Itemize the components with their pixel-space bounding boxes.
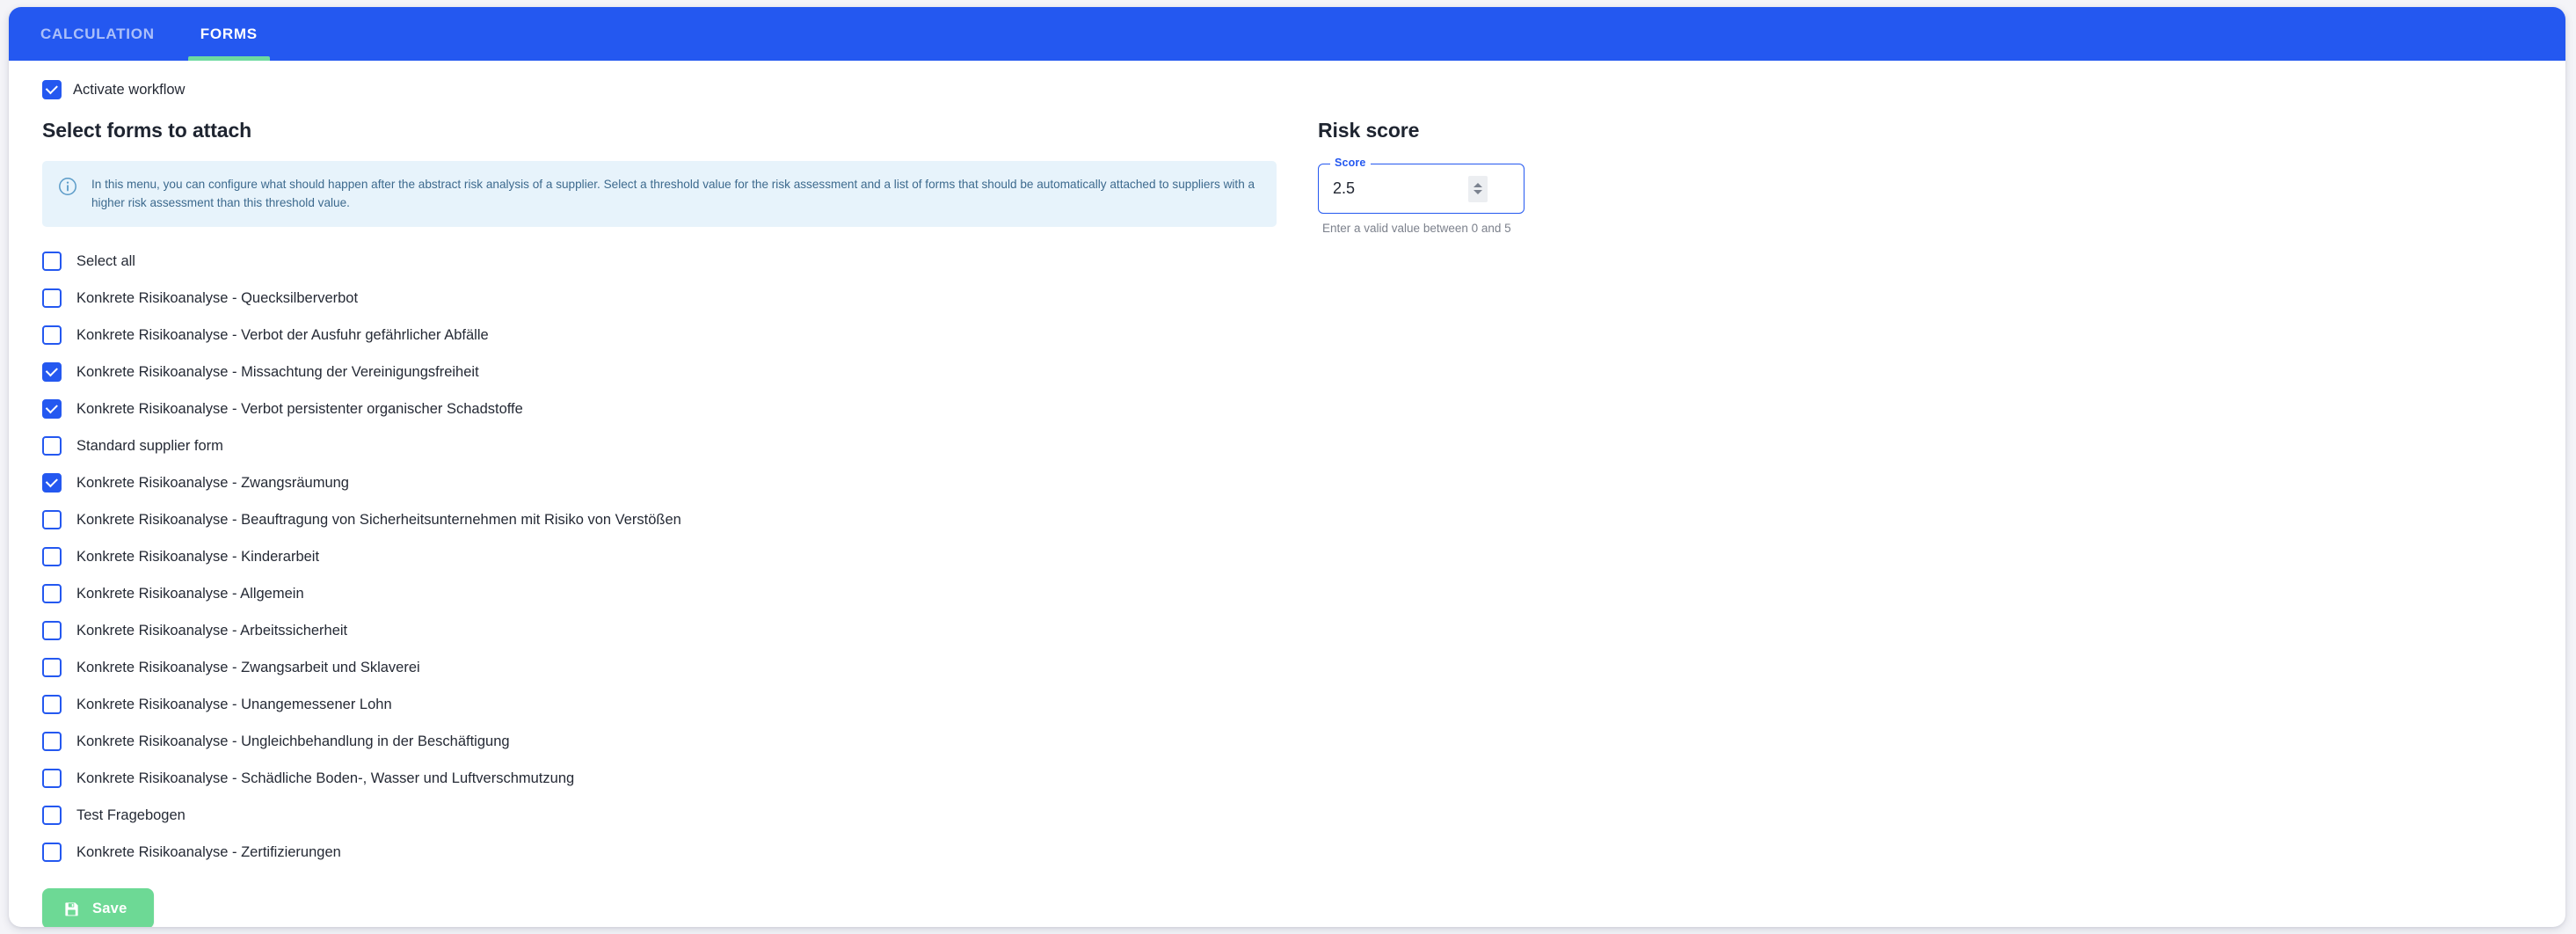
form-checkbox-label[interactable]: Standard supplier form [76,438,223,455]
select-all-label[interactable]: Select all [76,253,135,270]
form-checkbox-label[interactable]: Konkrete Risikoanalyse - Arbeitssicherhe… [76,623,347,639]
tab-bar: CALCULATION FORMS [9,7,2565,61]
form-checkbox-label[interactable]: Konkrete Risikoanalyse - Zertifizierunge… [76,844,341,861]
form-checkbox[interactable] [42,621,62,641]
select-all-row: Select all [42,243,1292,280]
score-field[interactable]: Score [1318,157,1524,214]
right-column: Risk score Score Enter a valid value bet… [1292,99,2565,235]
tab-calculation-label: CALCULATION [40,25,155,42]
info-banner: In this menu, you can configure what sho… [42,161,1277,228]
form-checkbox[interactable] [42,399,62,420]
tab-calculation[interactable]: CALCULATION [18,7,178,61]
form-checkbox-label[interactable]: Konkrete Risikoanalyse - Ungleichbehandl… [76,733,510,750]
select-forms-title: Select forms to attach [42,119,252,142]
form-checkbox-row: Konkrete Risikoanalyse - Ungleichbehandl… [42,723,1292,760]
form-checkbox-label[interactable]: Konkrete Risikoanalyse - Beauftragung vo… [76,512,681,529]
form-checkbox-label[interactable]: Konkrete Risikoanalyse - Zwangsarbeit un… [76,660,420,676]
form-checkbox-row: Konkrete Risikoanalyse - Unangemessener … [42,686,1292,723]
info-banner-text: In this menu, you can configure what sho… [91,178,1255,210]
spinner-up-down-icon[interactable] [1468,175,1488,202]
tab-forms[interactable]: FORMS [178,7,280,61]
card-content: Activate workflow Select forms to attach… [9,61,2565,927]
form-checkbox-label[interactable]: Konkrete Risikoanalyse - Zwangsräumung [76,475,349,492]
form-checkbox-row: Test Fragebogen [42,797,1292,834]
form-checkbox-row: Konkrete Risikoanalyse - Beauftragung vo… [42,501,1292,538]
form-checkbox-row: Konkrete Risikoanalyse - Zwangsarbeit un… [42,649,1292,686]
form-checkbox[interactable] [42,658,62,678]
form-checkbox-label[interactable]: Konkrete Risikoanalyse - Missachtung der… [76,364,479,381]
form-checkbox-label[interactable]: Konkrete Risikoanalyse - Unangemessener … [76,697,392,713]
save-floppy-icon [63,901,80,917]
form-checkbox[interactable] [42,806,62,826]
form-checkbox-label[interactable]: Konkrete Risikoanalyse - Verbot persiste… [76,401,523,418]
activate-workflow-label[interactable]: Activate workflow [73,82,185,99]
form-checkbox-row: Konkrete Risikoanalyse - Schädliche Bode… [42,760,1292,797]
select-all-checkbox[interactable] [42,252,62,272]
score-field-legend: Score [1330,157,1371,169]
forms-configuration-card: CALCULATION FORMS Activate workflow Sele… [9,7,2565,927]
form-checkbox[interactable] [42,695,62,715]
form-checkbox-row: Konkrete Risikoanalyse - Missachtung der… [42,354,1292,390]
form-checkbox-row: Konkrete Risikoanalyse - Zertifizierunge… [42,834,1292,871]
tab-forms-label: FORMS [200,25,258,42]
activate-workflow-row: Activate workflow [9,61,2565,99]
form-checkbox[interactable] [42,362,62,383]
form-checkbox[interactable] [42,288,62,309]
form-checkbox[interactable] [42,325,62,346]
forms-checkbox-list: Select all Konkrete Risikoanalyse - Queck… [26,243,1292,871]
form-checkbox-label[interactable]: Konkrete Risikoanalyse - Quecksilberverb… [76,290,358,307]
form-checkbox[interactable] [42,769,62,789]
save-button-wrapper: Save [26,871,1292,927]
form-checkbox-row: Konkrete Risikoanalyse - Verbot der Ausf… [42,317,1292,354]
form-checkbox[interactable] [42,584,62,604]
two-column-layout: Select forms to attach In this menu, you… [9,99,2565,927]
form-checkbox[interactable] [42,547,62,567]
save-button-label: Save [92,900,127,916]
form-checkbox[interactable] [42,473,62,493]
form-checkbox-row: Konkrete Risikoanalyse - Quecksilberverb… [42,280,1292,317]
form-checkbox-label[interactable]: Konkrete Risikoanalyse - Allgemein [76,586,304,602]
spinner-up-arrow[interactable] [1474,183,1482,187]
risk-score-title: Risk score [1318,119,1420,142]
form-checkbox[interactable] [42,732,62,752]
form-checkbox-row: Konkrete Risikoanalyse - Arbeitssicherhe… [42,612,1292,649]
form-checkbox-row: Standard supplier form [42,427,1292,464]
form-checkbox-label[interactable]: Konkrete Risikoanalyse - Schädliche Bode… [76,770,574,787]
form-checkbox-row: Konkrete Risikoanalyse - Verbot persiste… [42,390,1292,427]
form-checkbox-label[interactable]: Konkrete Risikoanalyse - Verbot der Ausf… [76,327,489,344]
save-button[interactable]: Save [42,888,154,927]
form-checkbox[interactable] [42,843,62,863]
info-circle-icon [58,177,77,196]
activate-workflow-checkbox[interactable] [42,80,62,99]
form-checkbox-label[interactable]: Konkrete Risikoanalyse - Kinderarbeit [76,549,319,566]
score-input[interactable] [1319,164,1468,213]
form-checkbox[interactable] [42,510,62,530]
spinner-down-arrow[interactable] [1474,190,1482,194]
form-checkbox[interactable] [42,436,62,456]
form-checkbox-row: Konkrete Risikoanalyse - Allgemein [42,575,1292,612]
score-helper-text: Enter a valid value between 0 and 5 [1322,222,1511,235]
form-checkbox-row: Konkrete Risikoanalyse - Kinderarbeit [42,538,1292,575]
form-checkbox-label[interactable]: Test Fragebogen [76,807,186,824]
form-checkbox-row: Konkrete Risikoanalyse - Zwangsräumung [42,464,1292,501]
left-column: Select forms to attach In this menu, you… [9,99,1292,927]
